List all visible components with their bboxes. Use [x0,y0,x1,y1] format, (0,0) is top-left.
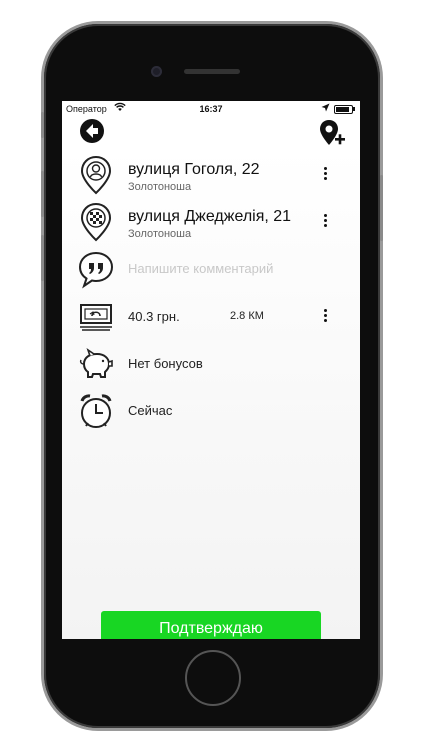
bonus-label: Нет бонусов [128,356,203,371]
start-pin-icon [80,155,112,195]
time-row[interactable]: Сейчас [62,387,360,431]
comment-row[interactable]: Напишите комментарий [62,245,360,289]
order-details: вулиця Гоголя, 22 Золотоноша вулиця Джед… [62,147,360,639]
mute-switch [41,112,44,138]
back-button[interactable] [80,119,104,143]
volume-up-button [41,171,44,217]
route-to-row[interactable]: вулиця Джеджелія, 21 Золотоноша [62,198,360,242]
quote-bubble-icon [78,251,114,289]
time-label: Сейчас [128,403,173,418]
finish-flag-pin-icon [80,202,112,242]
banknote-icon [80,304,112,331]
from-more-button[interactable] [320,167,330,181]
phone-speaker [184,69,240,74]
arrow-left-icon [86,124,98,138]
confirm-button[interactable]: Подтверждаю [101,611,321,639]
price-row: 40.3 грн. 2.8 КМ [62,293,360,337]
app-screen: Оператор 16:37 вулиця Гоголя, 22 Золотон… [62,101,360,639]
from-street: вулиця Гоголя, 22 [128,161,260,178]
battery-icon [334,105,353,114]
price-amount: 40.3 грн. [128,309,180,324]
battery-tip [353,107,355,111]
price-more-button[interactable] [320,309,330,323]
status-time: 16:37 [199,104,223,114]
top-toolbar [62,117,360,147]
to-more-button[interactable] [320,214,330,228]
piggy-bank-icon [79,348,113,378]
from-city: Золотоноша [128,181,192,193]
route-from-row[interactable]: вулиця Гоголя, 22 Золотоноша [62,151,360,195]
to-city: Золотоноша [128,228,192,240]
phone-camera [151,66,162,77]
alarm-clock-icon [80,394,112,428]
home-button[interactable] [185,650,241,706]
distance-value: 2.8 КМ [230,310,264,322]
map-pin-plus-icon[interactable] [318,119,346,147]
bonus-row[interactable]: Нет бонусов [62,340,360,384]
to-street: вулиця Джеджелія, 21 [128,208,292,225]
power-button [380,175,383,241]
volume-down-button [41,235,44,281]
location-arrow-icon [321,103,330,112]
comment-input[interactable]: Напишите комментарий [128,261,273,276]
status-bar: Оператор 16:37 [62,101,360,117]
